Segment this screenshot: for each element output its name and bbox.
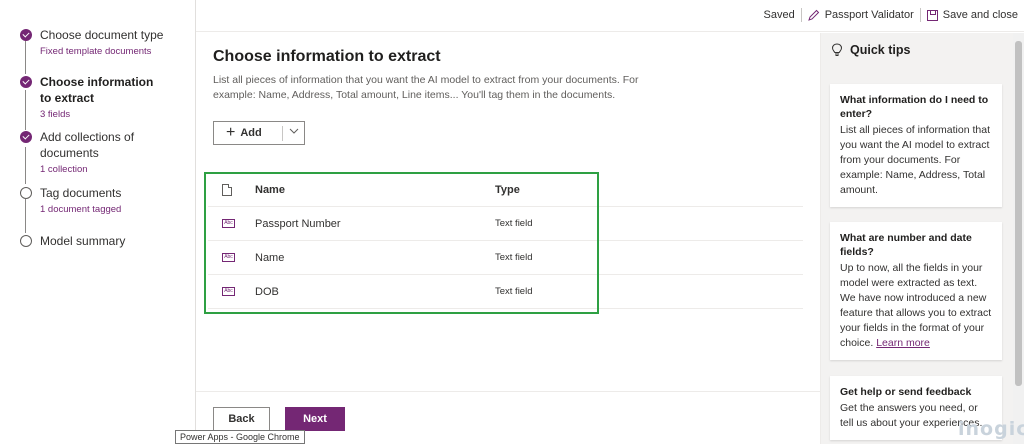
top-bar: Saved Passport Validator Save and close (196, 0, 1024, 32)
tip-body: Up to now, all the fields in your model … (840, 262, 992, 349)
circle-icon (20, 187, 32, 199)
step-model-summary[interactable]: Model summary (20, 233, 190, 249)
step-choose-information[interactable]: Choose information to extract 3 fields (20, 74, 190, 120)
scrollbar[interactable] (1013, 33, 1024, 444)
tip-body: List all pieces of information that you … (840, 124, 990, 196)
main-content: Choose information to extract List all p… (196, 33, 820, 444)
learn-more-link[interactable]: Learn more (876, 337, 930, 349)
page-description: List all pieces of information that you … (213, 74, 639, 101)
step-title: Choose information to extract (40, 75, 154, 105)
tip-title: Get help or send feedback (840, 386, 972, 398)
step-subtitle: 1 document tagged (40, 204, 122, 215)
highlight-box (204, 172, 599, 314)
check-icon (20, 29, 32, 41)
plus-icon: + (226, 124, 236, 141)
tip-title: What information do I need to enter? (840, 94, 989, 120)
step-subtitle: 3 fields (40, 109, 71, 120)
step-subtitle: 1 collection (40, 164, 88, 175)
save-and-close-label: Save and close (942, 9, 1018, 21)
step-tag-documents[interactable]: Tag documents 1 document tagged (20, 185, 190, 215)
tip-card: What information do I need to enter? Lis… (830, 84, 1002, 207)
rename-model-button[interactable]: Passport Validator (807, 9, 914, 21)
add-label: Add (240, 127, 262, 139)
divider (800, 8, 802, 22)
next-button[interactable]: Next (285, 407, 345, 431)
divider (282, 126, 283, 141)
browser-tooltip: Power Apps - Google Chrome (175, 430, 305, 444)
check-icon (20, 131, 32, 143)
tip-card: What are number and date fields? Up to n… (830, 222, 1002, 360)
add-field-button[interactable]: + Add (213, 121, 305, 145)
wizard-stepper: Choose document type Fixed template docu… (0, 0, 196, 444)
quick-tips-panel: Quick tips What information do I need to… (820, 33, 1013, 444)
step-title: Model summary (40, 234, 126, 248)
lightbulb-icon (831, 43, 843, 56)
watermark-logo: inogic (958, 418, 1024, 440)
step-title: Add collections of documents (40, 130, 135, 160)
pencil-icon (807, 9, 819, 21)
save-icon (926, 9, 938, 21)
check-icon (20, 76, 32, 88)
scrollbar-thumb[interactable] (1015, 41, 1022, 386)
step-subtitle: Fixed template documents (40, 46, 152, 57)
back-button[interactable]: Back (213, 407, 270, 431)
chevron-down-icon[interactable] (288, 125, 300, 137)
quick-tips-title: Quick tips (850, 43, 911, 57)
model-name: Passport Validator (824, 9, 914, 21)
step-title: Tag documents (40, 186, 122, 200)
tip-body-container: Up to now, all the fields in your model … (840, 261, 992, 351)
saved-status: Saved (763, 9, 795, 21)
page-title: Choose information to extract (213, 48, 441, 65)
tip-title: What are number and date fields? (840, 232, 972, 258)
step-title: Choose document type (40, 28, 164, 42)
save-and-close-button[interactable]: Save and close (926, 9, 1018, 21)
step-add-collections[interactable]: Add collections of documents 1 collectio… (20, 129, 190, 175)
divider (919, 8, 921, 22)
circle-icon (20, 235, 32, 247)
step-choose-document-type[interactable]: Choose document type Fixed template docu… (20, 27, 190, 57)
quick-tips-header: Quick tips (831, 43, 910, 57)
